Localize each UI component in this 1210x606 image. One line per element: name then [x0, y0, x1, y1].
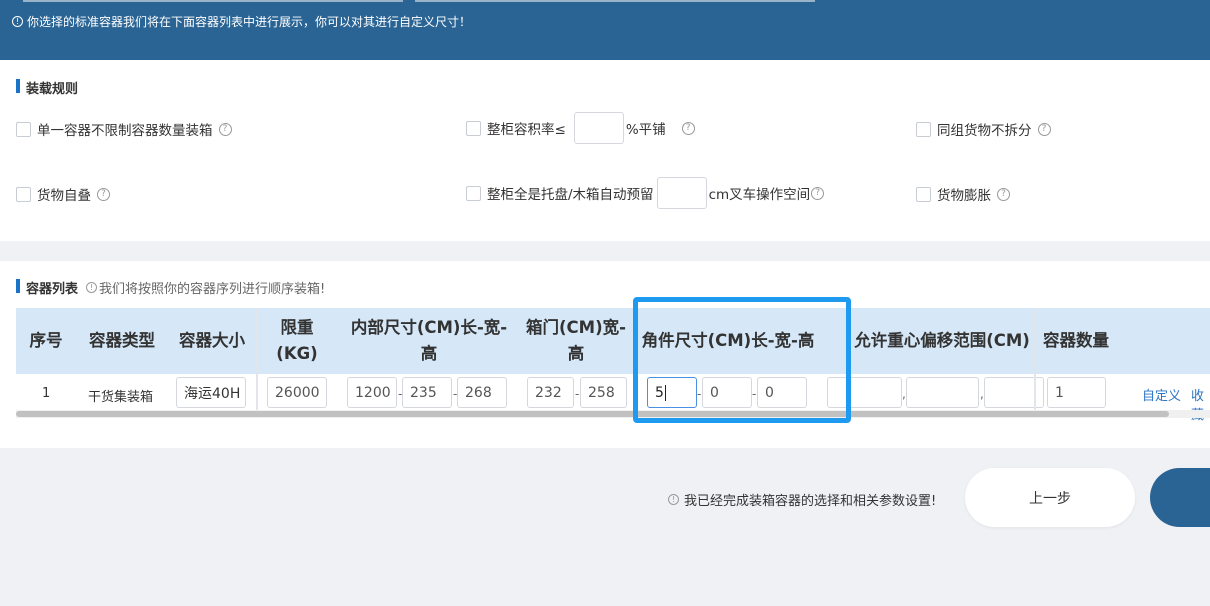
single-container-checkbox[interactable] [16, 121, 31, 137]
rule-label: 货物膨胀 [937, 188, 991, 204]
rule-suffix: cm叉车操作空间 [708, 187, 811, 203]
tab-strip-right [415, 0, 815, 2]
column-divider [256, 308, 258, 418]
table-horizontal-scrollbar[interactable] [16, 410, 1210, 418]
header-inner-size: 内部尺寸(CM)长-宽-高 [350, 318, 508, 363]
tab-strip-left [23, 0, 403, 2]
table-row: 1 干货集装箱 海运40H 26000 1200 - 235 - 268 232… [16, 374, 1210, 423]
header-door-size: 箱门(CM)宽-高 [526, 318, 626, 363]
forklift-space-input[interactable] [656, 177, 707, 209]
header-size: 容器大小 [179, 331, 245, 350]
header-cog-offset: 允许重心偏移范围(CM) [854, 331, 1030, 350]
custom-link[interactable]: 自定义 [1142, 385, 1181, 404]
door-width-input[interactable]: 232 [527, 377, 574, 408]
info-icon: ! [86, 282, 98, 293]
prev-step-button[interactable]: 上一步 [965, 468, 1135, 527]
banner-notice-text: 你选择的标准容器我们将在下面容器列表中进行展示，你可以对其进行自定义尺寸！ [27, 15, 472, 29]
self-stack-checkbox[interactable] [16, 186, 31, 202]
inner-width-input[interactable]: 235 [402, 377, 452, 408]
rule-group-no-split[interactable]: 同组货物不拆分 ? [916, 119, 1051, 139]
next-step-button[interactable] [1150, 468, 1210, 527]
container-list-hint-text: 我们将按照你的容器序列进行顺序装箱! [99, 282, 326, 297]
rule-label: 整柜容积率≤ [487, 122, 566, 138]
rule-label: 同组货物不拆分 [937, 123, 1032, 139]
volume-ratio-checkbox[interactable] [466, 120, 481, 136]
help-icon[interactable]: ? [811, 186, 825, 200]
loading-rules-panel: 装载规则 单一容器不限制容器数量装箱 ? 整柜容积率≤ %平铺 ? 同组货物不拆… [0, 60, 1210, 241]
container-size-select[interactable]: 海运40H [176, 377, 246, 408]
volume-ratio-input[interactable] [573, 112, 624, 144]
loading-rules-title: 装载规则 [16, 78, 78, 97]
scrollbar-thumb[interactable] [16, 411, 1169, 417]
help-icon[interactable]: ? [218, 122, 232, 136]
header-qty: 容器数量 [1043, 331, 1109, 350]
footer-hint: ! 我已经完成装箱容器的选择和相关参数设置! [668, 490, 936, 509]
group-no-split-checkbox[interactable] [916, 121, 931, 137]
door-height-input[interactable]: 258 [580, 377, 627, 408]
cargo-expand-checkbox[interactable] [916, 186, 931, 202]
pallet-reserve-checkbox[interactable] [466, 185, 481, 201]
loading-rules-title-text: 装载规则 [26, 82, 79, 97]
rule-single-container[interactable]: 单一容器不限制容器数量装箱 ? [16, 119, 232, 139]
container-table-header: 序号 容器类型 容器大小 限重(KG) 内部尺寸(CM)长-宽-高 箱门(CM)… [16, 308, 1210, 374]
help-icon[interactable]: ? [681, 121, 695, 135]
help-icon[interactable]: ? [97, 187, 110, 201]
rule-volume-ratio[interactable]: 整柜容积率≤ %平铺 ? [466, 112, 695, 144]
dash-separator: - [575, 387, 580, 401]
help-icon[interactable]: ? [1037, 122, 1051, 136]
rule-suffix: %平铺 [625, 122, 666, 138]
banner-notice: ! 你选择的标准容器我们将在下面容器列表中进行展示，你可以对其进行自定义尺寸！ [12, 13, 471, 30]
cog-offset-input-2[interactable] [906, 377, 979, 408]
row-index: 1 [42, 386, 51, 401]
rule-cargo-expand[interactable]: 货物膨胀 ? [916, 184, 1010, 204]
rule-pallet-reserve[interactable]: 整柜全是托盘/木箱自动预留 cm叉车操作空间 ? [466, 177, 825, 209]
corner-size-highlight [633, 297, 851, 423]
info-icon: ! [668, 494, 679, 505]
row-container-type: 干货集装箱 [88, 390, 154, 405]
header-weight: 限重(KG) [276, 318, 318, 363]
container-list-title: 容器列表 ! 我们将按照你的容器序列进行顺序装箱! [16, 278, 325, 297]
info-icon: ! [12, 16, 23, 27]
top-banner: ! 你选择的标准容器我们将在下面容器列表中进行展示，你可以对其进行自定义尺寸！ [0, 0, 1210, 60]
header-type: 容器类型 [89, 331, 155, 350]
header-index: 序号 [29, 331, 63, 350]
container-list-panel: 容器列表 ! 我们将按照你的容器序列进行顺序装箱! 序号 容器类型 容器大小 限… [0, 261, 1210, 448]
inner-height-input[interactable]: 268 [457, 377, 507, 408]
rule-label: 货物自叠 [37, 188, 91, 204]
rule-label: 整柜全是托盘/木箱自动预留 [487, 187, 654, 203]
container-list-hint: ! 我们将按照你的容器序列进行顺序装箱! [86, 278, 325, 297]
inner-length-input[interactable]: 1200 [347, 377, 397, 408]
container-qty-input[interactable]: 1 [1047, 377, 1106, 408]
rule-label: 单一容器不限制容器数量装箱 [37, 123, 213, 139]
rule-self-stack[interactable]: 货物自叠 ? [16, 184, 110, 204]
column-divider [1034, 308, 1036, 418]
help-icon[interactable]: ? [997, 187, 1010, 201]
weight-limit-input[interactable]: 26000 [267, 377, 327, 408]
container-list-title-text: 容器列表 [26, 282, 79, 297]
footer-hint-text: 我已经完成装箱容器的选择和相关参数设置! [684, 494, 937, 509]
